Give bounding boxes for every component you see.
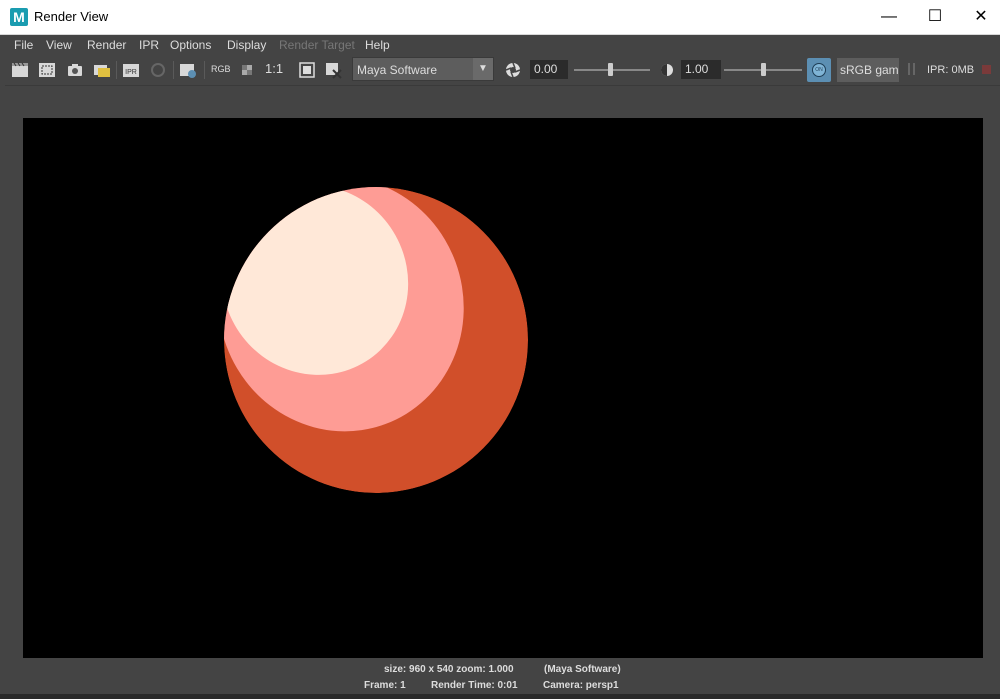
gamma-icon[interactable] [657, 60, 677, 80]
stop-render-icon[interactable] [982, 65, 991, 74]
minimize-button[interactable]: — [866, 0, 912, 34]
window-title: Render View [34, 9, 109, 24]
camera-name: Camera: persp1 [543, 680, 619, 691]
menu-render[interactable]: Render [87, 38, 126, 52]
renderer-label: (Maya Software) [544, 664, 621, 675]
menu-options[interactable]: Options [170, 38, 211, 52]
rendered-image [23, 118, 983, 658]
ipr-memory-readout: IPR: 0MB [927, 64, 975, 76]
toolbar-separator [173, 61, 174, 79]
maya-app-icon: M [10, 8, 28, 26]
view-transform-dropdown[interactable]: sRGB gamma [837, 58, 899, 82]
render-region-icon[interactable] [37, 60, 57, 80]
renderer-dropdown[interactable]: Maya Software ▼ [352, 57, 494, 81]
rendered-image-canvas [23, 118, 983, 658]
one-to-one-button[interactable]: 1:1 [265, 61, 283, 76]
image-size-zoom: size: 960 x 540 zoom: 1.000 [384, 664, 514, 675]
render-sequence-icon[interactable] [92, 60, 112, 80]
menu-render-target: Render Target [279, 38, 355, 52]
desktop-edge [0, 694, 1000, 699]
color-management-on-icon: ON [812, 63, 826, 77]
snapshot-icon[interactable] [65, 60, 85, 80]
exposure-slider-handle[interactable] [608, 63, 613, 76]
frame-number: Frame: 1 [364, 680, 406, 691]
render-viewport[interactable] [5, 86, 1000, 662]
svg-text:IPR: IPR [125, 69, 137, 76]
status-bar: size: 960 x 540 zoom: 1.000 (Maya Softwa… [5, 662, 1000, 694]
renderer-dropdown-value: Maya Software [357, 63, 438, 77]
render-view-window: File View Render IPR Options Display Ren… [5, 35, 1000, 694]
menu-bar: File View Render IPR Options Display Ren… [5, 35, 1000, 55]
maximize-button[interactable]: ☐ [912, 0, 958, 34]
exposure-field[interactable]: 0.00 [530, 60, 568, 79]
close-button[interactable]: ✕ [958, 0, 1000, 34]
toolbar-separator [204, 61, 205, 79]
menu-help[interactable]: Help [365, 38, 390, 52]
remove-image-icon[interactable] [323, 60, 343, 80]
rgb-channel-button[interactable]: RGB [211, 64, 231, 74]
display-real-size-icon[interactable] [297, 60, 317, 80]
ipr-render-icon[interactable]: IPR [121, 60, 141, 80]
menu-view[interactable]: View [46, 38, 72, 52]
toolbar-separator [116, 61, 117, 79]
render-time: Render Time: 0:01 [431, 680, 518, 691]
alpha-channel-icon[interactable] [237, 60, 257, 80]
gamma-field[interactable]: 1.00 [681, 60, 721, 79]
menu-file[interactable]: File [14, 38, 33, 52]
chevron-down-icon[interactable]: ▼ [473, 58, 493, 80]
exposure-icon[interactable] [503, 60, 523, 80]
title-bar: M Render View — ☐ ✕ [0, 0, 1000, 35]
menu-display[interactable]: Display [227, 38, 266, 52]
color-management-toggle[interactable]: ON [807, 58, 831, 82]
menu-ipr[interactable]: IPR [139, 38, 159, 52]
redo-render-icon[interactable] [10, 60, 30, 80]
toolbar: IPR RGB 1:1 Maya Software ▼ 0.00 1.00 ON… [5, 55, 1000, 86]
refresh-ipr-icon [148, 60, 168, 80]
pause-ipr-icon [908, 63, 918, 75]
render-settings-icon[interactable] [178, 60, 198, 80]
gamma-slider-handle[interactable] [761, 63, 766, 76]
